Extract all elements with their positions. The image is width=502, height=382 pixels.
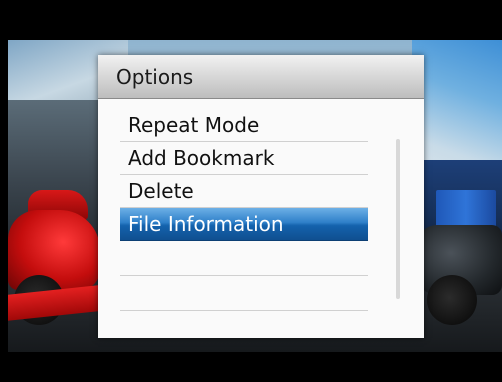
screen: Options Repeat Mode Add Bookmark Delete … xyxy=(0,0,502,382)
menu-item-delete[interactable]: Delete xyxy=(120,175,368,208)
menu-list: Repeat Mode Add Bookmark Delete File Inf… xyxy=(120,109,368,311)
menu-body: Repeat Mode Add Bookmark Delete File Inf… xyxy=(98,99,424,338)
red-race-car xyxy=(8,180,100,330)
menu-item-repeat-mode[interactable]: Repeat Mode xyxy=(120,109,368,142)
options-menu: Options Repeat Mode Add Bookmark Delete … xyxy=(98,55,424,338)
menu-scrollbar[interactable] xyxy=(396,139,400,299)
menu-item-file-information[interactable]: File Information xyxy=(120,208,368,241)
menu-title: Options xyxy=(98,55,424,99)
dark-car-wheel xyxy=(427,275,477,325)
menu-item-add-bookmark[interactable]: Add Bookmark xyxy=(120,142,368,175)
menu-item-empty xyxy=(120,276,368,311)
sky-right xyxy=(412,40,502,170)
red-car-body xyxy=(8,210,100,290)
letterbox-bottom xyxy=(0,352,502,382)
menu-item-empty xyxy=(120,241,368,276)
